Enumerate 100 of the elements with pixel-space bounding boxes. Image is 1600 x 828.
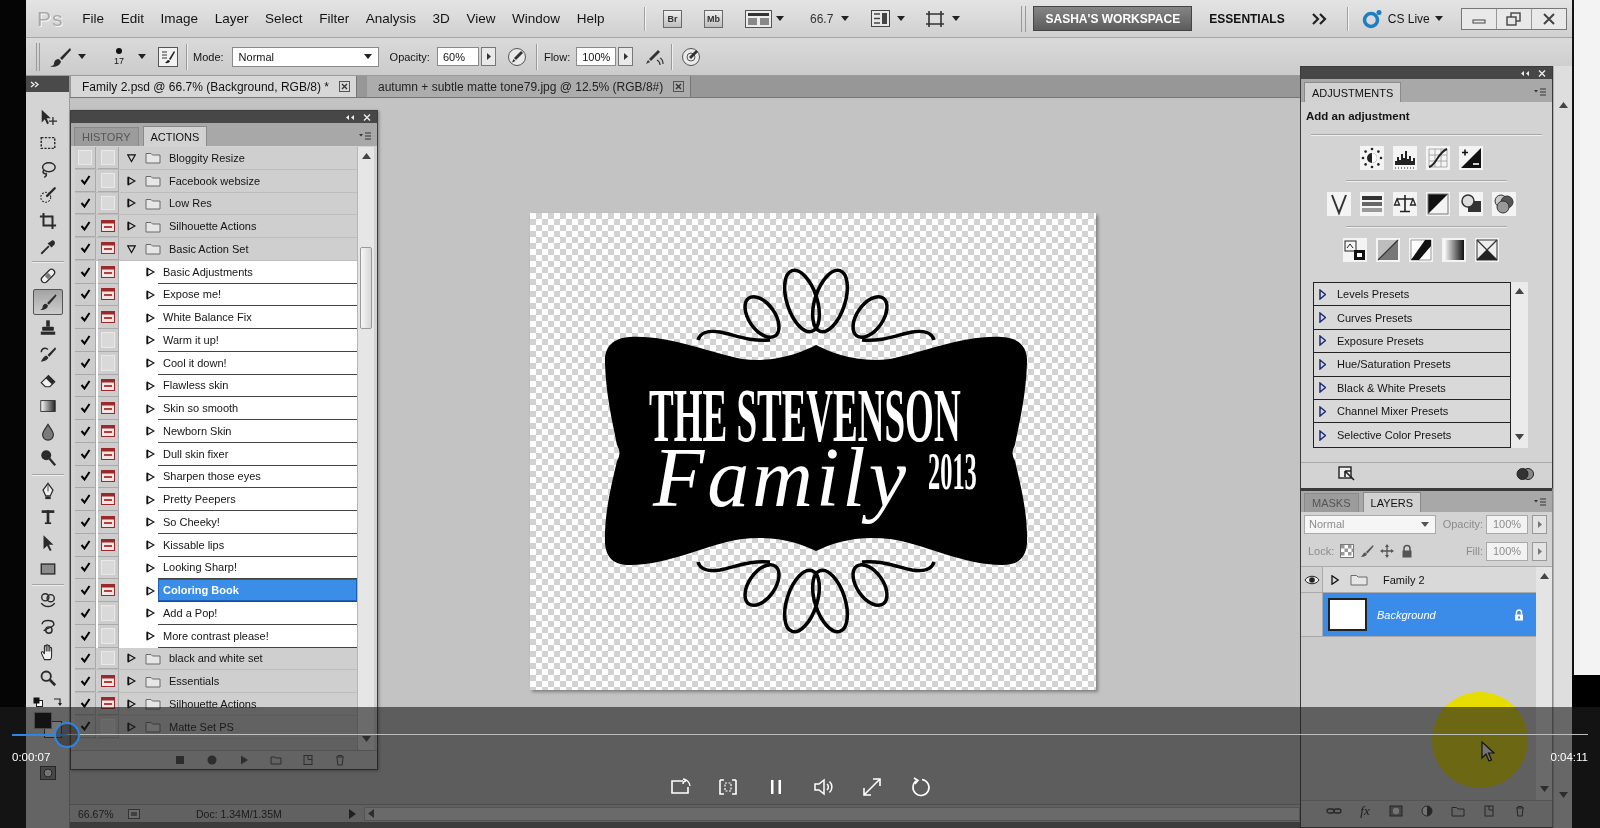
expand-triangle-icon[interactable] xyxy=(146,335,155,346)
document-tab[interactable]: Family 2.psd @ 66.7% (Background, RGB/8) * xyxy=(71,76,357,97)
cs-live-menu[interactable]: CS Live xyxy=(1360,8,1443,29)
horizontal-scrollbar[interactable] xyxy=(364,806,1300,821)
tool-button[interactable] xyxy=(32,289,63,315)
enable-checkbox[interactable] xyxy=(75,533,96,557)
workspace-button[interactable]: SASHA'S WORKSPACE xyxy=(1033,6,1193,31)
checkerboard-icon[interactable] xyxy=(1340,544,1355,558)
menu-item[interactable]: Help xyxy=(568,8,613,29)
expand-triangle-icon[interactable] xyxy=(1319,405,1326,417)
expand-triangle-icon[interactable] xyxy=(1319,382,1326,394)
expand-triangle-icon[interactable] xyxy=(146,380,155,391)
menu-item[interactable]: File xyxy=(74,8,113,29)
move-cross-icon[interactable] xyxy=(1380,544,1395,558)
dialog-toggle[interactable] xyxy=(98,511,119,534)
panel-menu-icon[interactable] xyxy=(1534,498,1546,506)
dialog-toggle[interactable] xyxy=(98,579,119,602)
gradient-icon[interactable] xyxy=(1442,238,1466,262)
dialog-toggle[interactable] xyxy=(98,283,119,307)
panel-layout-icon[interactable] xyxy=(871,10,891,27)
enable-checkbox[interactable] xyxy=(75,238,96,260)
expand-triangle-icon[interactable] xyxy=(146,426,155,437)
brush-list-icon[interactable] xyxy=(158,46,178,67)
v-shape-icon[interactable] xyxy=(1326,192,1351,216)
dialog-toggle[interactable] xyxy=(98,329,119,352)
enable-checkbox[interactable] xyxy=(75,693,96,715)
preset-row[interactable]: Selective Color Presets xyxy=(1314,423,1510,447)
enable-checkbox[interactable] xyxy=(75,647,96,670)
preset-row[interactable]: Levels Presets xyxy=(1314,283,1510,307)
panel-tab[interactable]: LAYERS xyxy=(1362,492,1422,512)
dialog-toggle[interactable] xyxy=(98,147,119,169)
triangle-right-icon[interactable] xyxy=(348,808,356,819)
caret-icon[interactable] xyxy=(897,16,906,21)
seek-thumb[interactable] xyxy=(54,722,81,748)
expand-triangle-icon[interactable] xyxy=(146,494,155,505)
close-icon[interactable] xyxy=(673,81,685,92)
expand-triangle-icon[interactable] xyxy=(146,267,155,278)
enable-checkbox[interactable] xyxy=(75,147,96,169)
boxes-icon[interactable] xyxy=(1343,238,1367,262)
mask-icon[interactable] xyxy=(1388,805,1404,817)
dialog-toggle[interactable] xyxy=(98,420,119,443)
expand-triangle-icon[interactable] xyxy=(127,676,136,687)
caret-icon[interactable] xyxy=(138,54,146,59)
split-diagonal-icon[interactable] xyxy=(1425,192,1450,216)
expand-triangle-icon[interactable] xyxy=(1319,335,1326,347)
pen-target-icon[interactable] xyxy=(680,46,703,67)
mode-select[interactable]: Normal xyxy=(231,46,379,67)
action-row[interactable]: Expose me! xyxy=(75,283,357,307)
scrollbar[interactable] xyxy=(1536,567,1552,800)
expand-triangle-icon[interactable] xyxy=(127,152,136,163)
stripes-icon[interactable] xyxy=(1359,192,1384,216)
panel-menu-icon[interactable] xyxy=(359,132,371,140)
enable-checkbox[interactable] xyxy=(75,215,96,237)
padlock-icon[interactable] xyxy=(1400,544,1415,558)
double-arrow-icon[interactable] xyxy=(345,113,355,121)
circle-square-icon[interactable] xyxy=(1458,192,1483,216)
action-row[interactable]: Newborn Skin xyxy=(75,420,357,443)
caret-icon[interactable] xyxy=(952,16,961,21)
action-set-row[interactable]: Silhouette Actions xyxy=(75,215,357,238)
double-arrow-icon[interactable] xyxy=(1520,69,1530,77)
diagonal-band-icon[interactable] xyxy=(1409,238,1433,262)
action-row[interactable]: Warm it up! xyxy=(75,329,357,352)
menu-item[interactable]: Layer xyxy=(206,8,257,29)
color-swatch-icon[interactable] xyxy=(33,712,62,738)
link-icon[interactable] xyxy=(1326,805,1342,817)
dialog-toggle[interactable] xyxy=(98,169,119,192)
panel-menu-icon[interactable] xyxy=(1534,88,1546,96)
enable-checkbox[interactable] xyxy=(75,283,96,307)
expand-triangle-icon[interactable] xyxy=(127,175,136,186)
expand-triangle-icon[interactable] xyxy=(146,289,155,300)
dialog-toggle[interactable] xyxy=(98,670,119,692)
shaded-diagonal-icon[interactable] xyxy=(1376,238,1400,262)
action-row[interactable]: Add a Pop! xyxy=(75,602,357,625)
overlapping-circles-icon[interactable] xyxy=(1491,192,1516,216)
action-set-row[interactable]: Bloggity Resize xyxy=(75,147,357,170)
overlapping-circles-icon[interactable] xyxy=(1516,466,1534,482)
dialog-toggle[interactable] xyxy=(98,260,119,284)
small-squares-icon[interactable] xyxy=(32,697,43,707)
action-set-row[interactable]: Facebook websize xyxy=(75,169,357,193)
crossed-box-icon[interactable] xyxy=(1475,238,1499,262)
menu-item[interactable]: Select xyxy=(256,8,311,29)
menu-item[interactable]: Window xyxy=(503,8,569,29)
dialog-toggle[interactable] xyxy=(98,602,119,625)
dialog-toggle[interactable] xyxy=(98,351,119,375)
mini-bridge-button[interactable]: Mb xyxy=(704,9,723,28)
scroll-up-icon[interactable] xyxy=(361,153,371,159)
scroll-up-icon[interactable] xyxy=(1515,288,1524,294)
enable-checkbox[interactable] xyxy=(75,192,96,215)
expand-triangle-icon[interactable] xyxy=(1319,288,1326,300)
enable-checkbox[interactable] xyxy=(75,397,96,420)
expand-triangle-icon[interactable] xyxy=(1331,574,1339,585)
layer-row[interactable]: Family 2 xyxy=(1323,567,1536,592)
enable-checkbox[interactable] xyxy=(75,624,96,648)
dialog-toggle[interactable] xyxy=(98,306,119,329)
menu-item[interactable]: Image xyxy=(152,8,207,29)
action-row[interactable]: Sharpen those eyes xyxy=(75,465,357,489)
zoom-dropdown[interactable]: 66.7 xyxy=(810,11,850,26)
double-chevron-icon[interactable] xyxy=(30,80,40,88)
expand-triangle-icon[interactable] xyxy=(146,403,155,414)
action-set-row[interactable]: Silhouette Actions xyxy=(75,693,357,716)
